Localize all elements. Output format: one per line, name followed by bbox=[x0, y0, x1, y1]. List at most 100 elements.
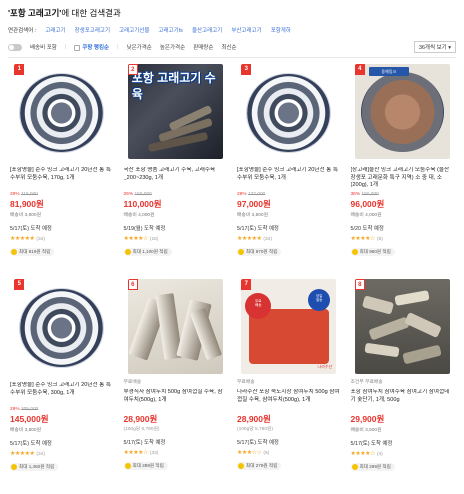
discount-line: 36% 150,000 bbox=[350, 192, 379, 197]
shipping-fee: 배송비 3,500원 bbox=[350, 428, 382, 433]
discount-line: 29% 205,000 bbox=[10, 407, 39, 412]
price: 145,000원 bbox=[10, 414, 49, 424]
delivery-eta: 5/17(토) 도착 예정 bbox=[10, 226, 52, 232]
product-card[interactable]: 5 [포항명물] 순수 밍크 고래고기 20년전 통 특수부위 모둠수육, 30… bbox=[10, 279, 114, 494]
discount-line: 29% 137,000 bbox=[237, 192, 266, 197]
product-card[interactable]: 7 무료 배송 당일 발송 나라수산 무료배송 나라수산 포항 죽도시장 삼여두치 … bbox=[237, 279, 341, 494]
unit-price: (100g당 5,780원) bbox=[237, 427, 274, 432]
image-caption: 나라수산 bbox=[317, 364, 333, 369]
title-suffix: 에 대한 검색결과 bbox=[61, 8, 121, 18]
price: 96,000원 bbox=[350, 199, 385, 209]
coin-icon bbox=[124, 249, 131, 255]
related-item[interactable]: 고래고기선물 bbox=[119, 26, 149, 34]
rating-stars: ★★★★☆ (4) bbox=[350, 451, 383, 457]
price: 28,900원 bbox=[123, 414, 158, 424]
price: 81,900원 bbox=[10, 199, 44, 209]
reward-badge: 최대 819원 적립 bbox=[10, 248, 55, 256]
divider: | bbox=[117, 44, 119, 50]
shipping-fee: 배송비 4,000원 bbox=[350, 213, 382, 218]
reward-badge: 최대 279원 적립 bbox=[237, 462, 282, 470]
shipping-badge: 무료배송 bbox=[237, 380, 255, 385]
product-image[interactable]: 6 bbox=[127, 279, 223, 374]
filter-bar: 배송비 포함 | 쿠팡 랭킹순 | 낮은가격순 높은가격순 판매량순 최신순 3… bbox=[8, 41, 456, 58]
delivery-eta: 5/17(토) 도착 예정 bbox=[10, 441, 52, 447]
check-icon bbox=[74, 44, 81, 51]
product-name[interactable]: [포항명물] 순수 밍크 고래고기 20년전 통 특수부위 모둠수육, 300g… bbox=[10, 382, 114, 405]
reward-badge: 최대 970원 적립 bbox=[237, 248, 282, 256]
product-image[interactable]: 8 bbox=[354, 279, 450, 374]
price: 97,000원 bbox=[237, 199, 271, 209]
coin-icon bbox=[351, 249, 358, 255]
coin-icon bbox=[11, 464, 17, 470]
product-name[interactable]: 국산 포항 명품 고래고기 수육, 고래수육_200~230g, 1개 bbox=[124, 167, 228, 190]
rank-badge: 3 bbox=[241, 64, 252, 75]
delivery-eta: 5/19(월) 도착 예정 bbox=[123, 226, 166, 232]
product-name[interactable]: 포항 삼여두치 삼여수육 삼여고기 삼여껍데기 숯단기, 1개, 500g bbox=[351, 389, 455, 412]
product-card[interactable]: 1 [포항명물] 순수 밍크 고래고기 20년전 통 특수부위 모둠수육, 17… bbox=[10, 64, 114, 279]
product-image[interactable]: 5 bbox=[14, 279, 110, 374]
product-image[interactable]: 3 bbox=[241, 64, 337, 159]
coin-icon bbox=[238, 463, 244, 469]
sliced-meat-plate-image bbox=[247, 74, 331, 152]
product-card[interactable]: 3 [포항명물] 순수 밍크 고래고기 20년전 통 특수부위 모둠수육, 1개… bbox=[237, 64, 341, 279]
coin-icon bbox=[11, 249, 17, 255]
shipping-toggle[interactable] bbox=[8, 43, 22, 51]
product-card[interactable]: 4 동해밍크 [장고래]울산 밍크 고래고기 모둠수육 (울산 장생포 고래문화… bbox=[350, 64, 455, 279]
search-keyword: '포항 고래고기' bbox=[8, 8, 62, 18]
rank-badge: 5 bbox=[14, 279, 25, 290]
delivery-eta: 5/17(토) 도착 예정 bbox=[123, 440, 166, 446]
shipping-toggle-label: 배송비 포함 bbox=[30, 45, 57, 51]
product-image[interactable]: 2 포항 고래고기 수육 bbox=[127, 64, 223, 159]
sort-newest[interactable]: 최신순 bbox=[221, 43, 236, 51]
rating-stars: ★★★☆☆ (6) bbox=[237, 450, 270, 456]
product-card[interactable]: 6 무료배송 부경직사 삼여두치 500g 삼여껍질 수육, 삼여두치(500g… bbox=[123, 279, 228, 494]
price: 28,900원 bbox=[237, 414, 271, 424]
sliced-meat-plate-image bbox=[20, 74, 104, 152]
shipping-badge: 조건부 무료배송 bbox=[350, 380, 383, 385]
rank-badge: 7 bbox=[241, 279, 252, 290]
product-name[interactable]: [포항명물] 순수 밍크 고래고기 20년전 통 특수부위 모둠수육, 1개 bbox=[237, 167, 341, 190]
product-card[interactable]: 2 포항 고래고기 수육 국산 포항 명품 고래고기 수육, 고래수육_200~… bbox=[123, 64, 228, 279]
reward-badge: 최대 960원 적립 bbox=[350, 248, 395, 256]
related-keywords: 연관검색어 : 고래고기 장생포고래고기 고래고기선물 고래고기fs 울산고래고… bbox=[8, 26, 456, 34]
related-item[interactable]: 고래고기fs bbox=[158, 26, 183, 34]
product-name[interactable]: [장고래]울산 밍크 고래고기 모둠수육 (울산 장생포 고래문화 특구 지역)… bbox=[351, 167, 455, 190]
product-image[interactable]: 7 무료 배송 당일 발송 나라수산 bbox=[241, 279, 337, 374]
promo-seal-icon: 당일 발송 bbox=[308, 289, 331, 311]
price: 29,900원 bbox=[350, 414, 385, 424]
rating-stars: ★★★★☆ (16) bbox=[123, 236, 159, 242]
related-item[interactable]: 장생포고래고기 bbox=[75, 26, 110, 34]
rank-badge: 2 bbox=[127, 64, 138, 75]
sort-sales[interactable]: 판매량순 bbox=[193, 43, 213, 51]
reward-badge: 최대 1,100원 적립 bbox=[123, 248, 172, 256]
discount-line: 26% 150,000 bbox=[123, 192, 152, 197]
product-card[interactable]: 8 조건부 무료배송 포항 삼여두치 삼여수육 삼여고기 삼여껍데기 숯단기, … bbox=[350, 279, 455, 494]
rating-stars: ★★★★★ (34) bbox=[10, 236, 45, 242]
rank-badge: 4 bbox=[354, 64, 365, 75]
discount-line: 29% 115,000 bbox=[10, 192, 38, 197]
price: 110,000원 bbox=[123, 199, 162, 209]
shipping-fee: 배송비 3,800원 bbox=[10, 213, 41, 218]
shipping-fee: 배송비 4,000원 bbox=[123, 213, 155, 218]
rating-stars: ★★★★☆ (5) bbox=[350, 236, 383, 242]
view-count-select[interactable]: 36개씩 보기 ▾ bbox=[413, 41, 456, 53]
sort-high-price[interactable]: 높은가격순 bbox=[160, 43, 185, 51]
image-caption: 포항 고래고기 수육 bbox=[131, 71, 216, 101]
product-name[interactable]: [포항명물] 순수 밍크 고래고기 20년전 통 특수부위 모둠수육, 170g… bbox=[10, 167, 114, 190]
related-item[interactable]: 울산고래고기 bbox=[192, 26, 222, 34]
related-item[interactable]: 부산고래고기 bbox=[231, 26, 261, 34]
rating-stars: ★★★★★ (34) bbox=[10, 451, 45, 457]
delivery-eta: 5/17(토) 도착 예정 bbox=[237, 226, 279, 232]
product-image[interactable]: 4 동해밍크 bbox=[354, 64, 450, 159]
coin-icon bbox=[124, 463, 131, 469]
delivery-eta: 5/17(토) 도착 예정 bbox=[237, 440, 279, 446]
related-item[interactable]: 포항게하 bbox=[271, 26, 291, 34]
rank-badge: 6 bbox=[127, 279, 138, 290]
sort-low-price[interactable]: 낮은가격순 bbox=[127, 43, 152, 51]
product-name[interactable]: 나라수산 포항 죽도시장 삼여두치 500g 삼여껍질 수육, 삼여두치(500… bbox=[237, 389, 341, 412]
search-header: '포항 고래고기'에 대한 검색결과 연관검색어 : 고래고기 장생포고래고기 … bbox=[0, 0, 464, 58]
sort-rocket[interactable]: 쿠팡 랭킹순 bbox=[74, 43, 109, 51]
product-image[interactable]: 1 bbox=[14, 64, 110, 159]
product-name[interactable]: 부경직사 삼여두치 500g 삼여껍질 수육, 삼여두치(500g), 1개 bbox=[124, 389, 228, 412]
related-item[interactable]: 고래고기 bbox=[45, 26, 65, 34]
